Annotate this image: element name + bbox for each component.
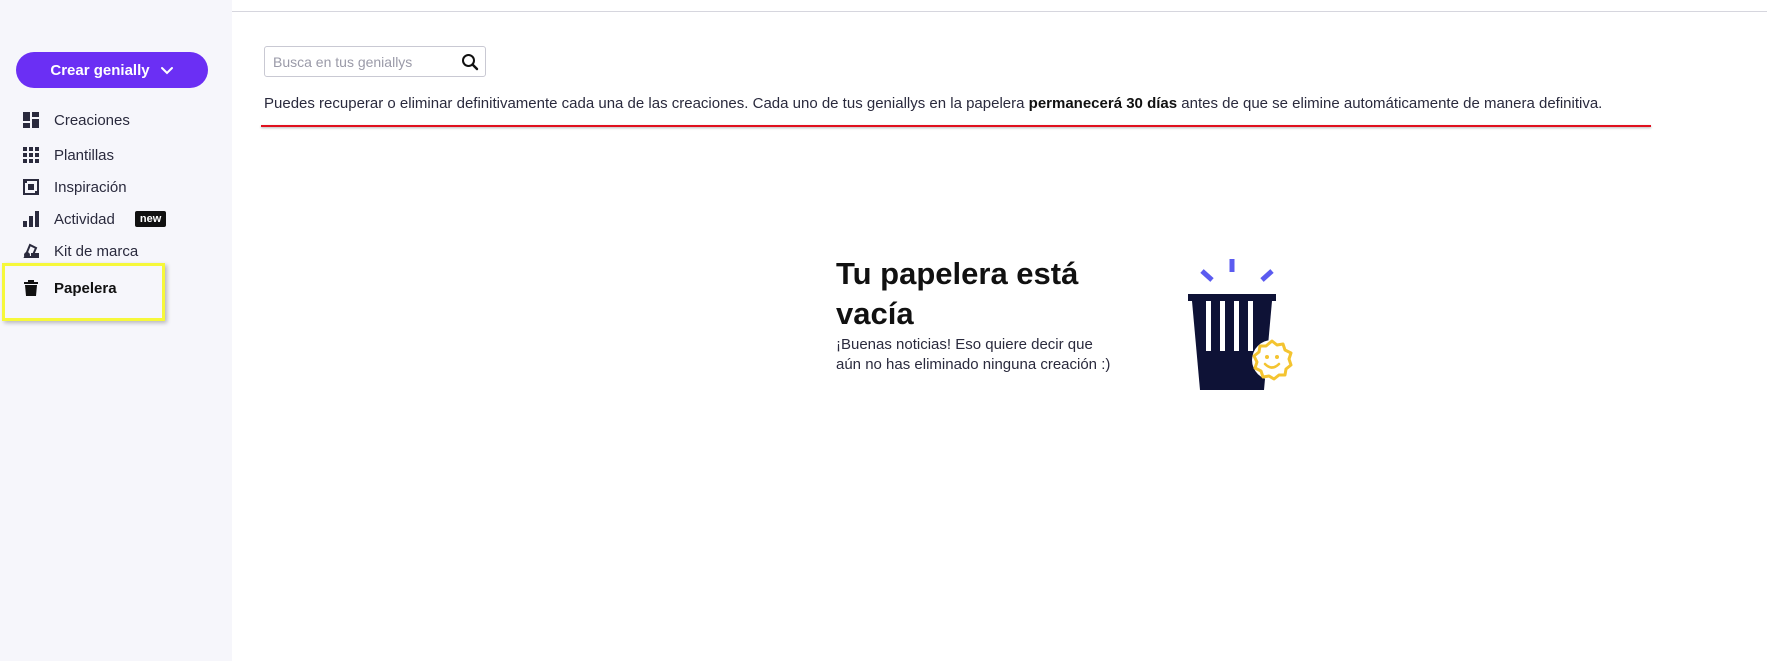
sidebar-item-creaciones[interactable]: Creaciones bbox=[22, 108, 130, 132]
sidebar-item-inspiracion[interactable]: Inspiración bbox=[22, 175, 127, 199]
sidebar-item-actividad[interactable]: Actividad new bbox=[22, 207, 167, 231]
trash-info-text: Puedes recuperar o eliminar definitivame… bbox=[264, 95, 1602, 112]
sidebar-item-kit-de-marca[interactable]: Kit de marca bbox=[22, 239, 138, 263]
search-box[interactable] bbox=[264, 46, 486, 77]
search-icon[interactable] bbox=[461, 53, 479, 71]
search-input[interactable] bbox=[265, 47, 445, 76]
sidebar-item-label: Inspiración bbox=[54, 178, 127, 196]
bar-chart-icon bbox=[22, 210, 40, 228]
inspiration-icon bbox=[22, 178, 40, 196]
brand-kit-icon bbox=[22, 242, 40, 260]
sidebar: Crear genially Creaciones Plantillas Ins… bbox=[0, 0, 232, 661]
top-divider bbox=[232, 11, 1767, 12]
empty-trash-illustration bbox=[1188, 259, 1293, 390]
grid-icon bbox=[22, 146, 40, 164]
info-text-bold: permanecerá 30 días bbox=[1028, 95, 1178, 112]
new-badge: new bbox=[134, 211, 167, 227]
sidebar-item-label: Creaciones bbox=[54, 111, 130, 129]
create-genially-button[interactable]: Crear genially bbox=[16, 52, 208, 88]
empty-state-subtitle: ¡Buenas noticias! Eso quiere decir que a… bbox=[836, 336, 1111, 373]
sidebar-item-label: Actividad bbox=[54, 210, 115, 228]
trash-icon bbox=[22, 279, 40, 297]
dashboard-icon bbox=[22, 111, 40, 129]
sidebar-item-label: Kit de marca bbox=[54, 242, 139, 260]
chevron-down-icon bbox=[160, 67, 173, 75]
info-text-end: antes de que se elimine automáticamente … bbox=[1177, 95, 1603, 112]
info-text-start: Puedes recuperar o eliminar definitivame… bbox=[264, 95, 1029, 112]
sidebar-item-papelera[interactable]: Papelera bbox=[22, 276, 117, 300]
create-genially-label: Crear genially bbox=[50, 61, 150, 79]
sidebar-item-label: Plantillas bbox=[54, 146, 115, 164]
sidebar-item-plantillas[interactable]: Plantillas bbox=[22, 143, 114, 167]
red-underline-annotation bbox=[261, 125, 1651, 127]
empty-state-title: Tu papelera está vacía bbox=[836, 256, 1079, 331]
sidebar-item-label: Papelera bbox=[54, 279, 117, 297]
